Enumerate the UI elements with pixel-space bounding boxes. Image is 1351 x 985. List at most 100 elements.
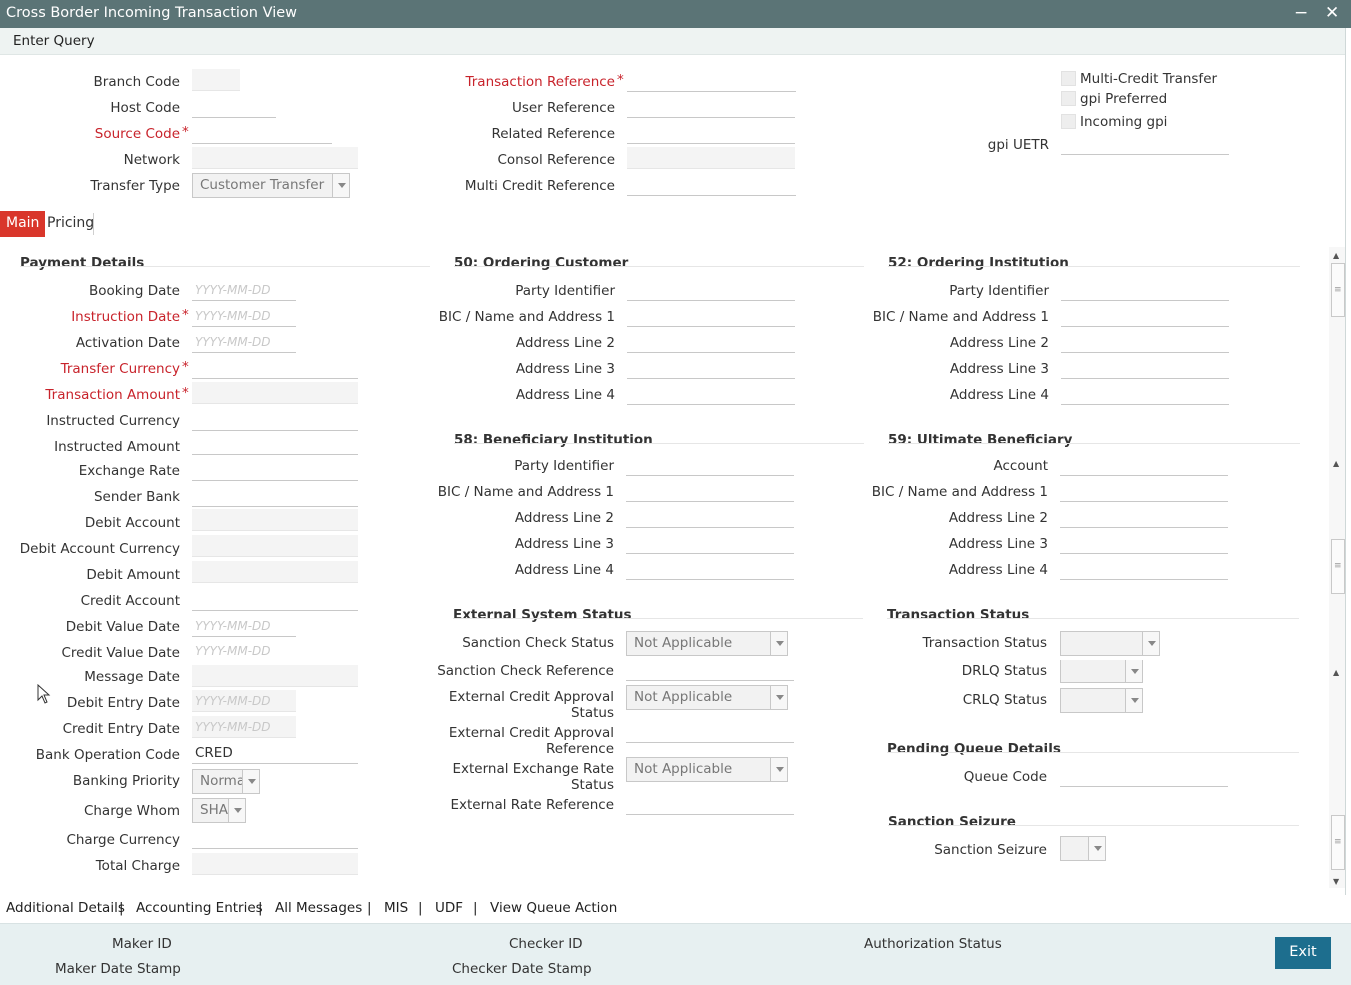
related-reference-label: Related Reference (491, 126, 615, 142)
all-messages-link[interactable]: All Messages (275, 900, 362, 916)
transfer-currency-field[interactable] (192, 357, 358, 379)
ub-address-line-4-field[interactable] (1060, 558, 1228, 580)
multi-credit-transfer-checkbox[interactable] (1061, 71, 1076, 86)
oc-address-line-2-field[interactable] (627, 331, 795, 353)
gpi-preferred-label: gpi Preferred (1080, 91, 1168, 107)
scrollbar-thumb[interactable] (1331, 815, 1345, 870)
bi-bic-name-address-1-field[interactable] (626, 480, 794, 502)
debit-account-field[interactable] (192, 509, 358, 531)
sanction-check-status-select[interactable]: Not Applicable (626, 631, 788, 656)
mis-link[interactable]: MIS (384, 900, 408, 916)
scroll-down-icon[interactable]: ▼ (1333, 877, 1339, 886)
link-separator: | (418, 900, 423, 916)
tab-main[interactable]: Main (0, 211, 46, 237)
banking-priority-select[interactable]: Normal (192, 769, 260, 794)
scroll-up-icon[interactable]: ▲ (1333, 459, 1339, 468)
debit-amount-field[interactable] (192, 561, 358, 583)
sender-bank-field[interactable] (192, 485, 358, 507)
charge-currency-field[interactable] (192, 827, 358, 849)
user-reference-field[interactable] (627, 96, 795, 118)
gpi-uetr-field[interactable] (1061, 133, 1229, 155)
sanction-seizure-select[interactable] (1060, 836, 1106, 861)
additional-details-link[interactable]: Additional Details (6, 900, 125, 916)
scrollbar-thumb[interactable] (1331, 263, 1345, 317)
host-code-field[interactable] (192, 96, 276, 118)
ub-address-line-2-field[interactable] (1060, 506, 1228, 528)
oc-address-line-3-label: Address Line 3 (515, 361, 615, 377)
related-reference-field[interactable] (627, 122, 795, 144)
accounting-entries-link[interactable]: Accounting Entries (136, 900, 263, 916)
drlq-status-select[interactable] (1060, 660, 1143, 683)
charge-whom-select[interactable]: SHA (192, 798, 246, 823)
oi-address-line-2-field[interactable] (1061, 331, 1229, 353)
debit-entry-date-field[interactable]: YYYY-MM-DD (192, 690, 296, 712)
scrollbar-thumb[interactable] (1331, 539, 1345, 594)
credit-account-field[interactable] (192, 589, 358, 611)
crlq-status-label: CRLQ Status (962, 692, 1047, 708)
oi-bic-name-address-1-field[interactable] (1061, 305, 1229, 327)
crlq-status-select[interactable] (1060, 688, 1143, 713)
tab-pricing[interactable]: Pricing (41, 211, 100, 237)
consol-reference-field[interactable] (627, 147, 795, 169)
external-credit-approval-status-select[interactable]: Not Applicable (626, 685, 788, 710)
bi-address-line-2-field[interactable] (626, 506, 794, 528)
oc-address-line-3-field[interactable] (627, 357, 795, 379)
incoming-gpi-checkbox[interactable] (1061, 114, 1076, 129)
message-date-field[interactable] (192, 665, 358, 687)
oc-address-line-4-field[interactable] (627, 383, 795, 405)
activation-date-field[interactable]: YYYY-MM-DD (192, 331, 296, 353)
ub-account-field[interactable] (1060, 454, 1228, 476)
credit-entry-date-field[interactable]: YYYY-MM-DD (192, 716, 296, 738)
ub-account-label: Account (993, 458, 1048, 474)
close-icon[interactable]: ✕ (1325, 3, 1339, 23)
checker-id-label: Checker ID (509, 936, 583, 952)
oi-address-line-3-field[interactable] (1061, 357, 1229, 379)
instructed-amount-field[interactable] (192, 433, 358, 455)
source-code-field[interactable] (192, 122, 332, 144)
booking-date-field[interactable]: YYYY-MM-DD (192, 279, 296, 301)
external-credit-approval-status-label: External Credit Approval Status (448, 689, 614, 721)
external-exchange-rate-status-select[interactable]: Not Applicable (626, 757, 788, 782)
total-charge-field[interactable] (192, 853, 358, 875)
transfer-type-select[interactable]: Customer Transfer (192, 173, 350, 198)
external-credit-approval-status-value: Not Applicable (634, 689, 733, 705)
minimize-icon[interactable]: − (1294, 3, 1308, 23)
transaction-reference-field[interactable] (627, 70, 796, 92)
external-rate-reference-field[interactable] (626, 793, 794, 815)
credit-value-date-field[interactable]: YYYY-MM-DD (192, 640, 296, 662)
oc-bic-name-address-1-field[interactable] (627, 305, 795, 327)
queue-code-field[interactable] (1060, 765, 1228, 787)
gpi-preferred-checkbox[interactable] (1061, 91, 1076, 106)
transaction-status-select[interactable] (1060, 631, 1160, 656)
view-queue-action-link[interactable]: View Queue Action (490, 900, 617, 916)
exchange-rate-field[interactable] (192, 459, 358, 481)
branch-code-field[interactable] (192, 69, 240, 91)
ub-address-line-3-field[interactable] (1060, 532, 1228, 554)
external-system-status-title: External System Status (453, 607, 632, 623)
instructed-currency-field[interactable] (192, 409, 358, 431)
udf-link[interactable]: UDF (435, 900, 463, 916)
sanction-check-reference-field[interactable] (626, 659, 794, 681)
oi-party-identifier-field[interactable] (1061, 279, 1229, 301)
ub-bic-name-address-1-field[interactable] (1060, 480, 1228, 502)
enter-query-menu[interactable]: Enter Query (13, 33, 95, 49)
external-credit-approval-reference-field[interactable] (626, 721, 794, 743)
scroll-up-icon[interactable]: ▲ (1333, 668, 1339, 677)
link-separator: | (119, 900, 124, 916)
oc-party-identifier-field[interactable] (627, 279, 795, 301)
debit-account-currency-field[interactable] (192, 535, 358, 557)
instruction-date-field[interactable]: YYYY-MM-DD (192, 305, 296, 327)
bi-party-identifier-field[interactable] (626, 454, 794, 476)
bi-address-line-4-field[interactable] (626, 558, 794, 580)
oi-address-line-4-field[interactable] (1061, 383, 1229, 405)
bank-operation-code-field[interactable]: CRED (192, 742, 358, 764)
scroll-up-icon[interactable]: ▲ (1333, 251, 1339, 260)
gpi-uetr-label: gpi UETR (987, 137, 1049, 153)
network-field[interactable] (192, 147, 358, 169)
debit-value-date-field[interactable]: YYYY-MM-DD (192, 615, 296, 637)
bi-address-line-3-field[interactable] (626, 532, 794, 554)
transaction-amount-field[interactable] (192, 382, 358, 404)
exit-button[interactable]: Exit (1275, 937, 1331, 969)
multi-credit-reference-field[interactable] (627, 174, 796, 196)
multi-credit-reference-label: Multi Credit Reference (464, 178, 615, 194)
